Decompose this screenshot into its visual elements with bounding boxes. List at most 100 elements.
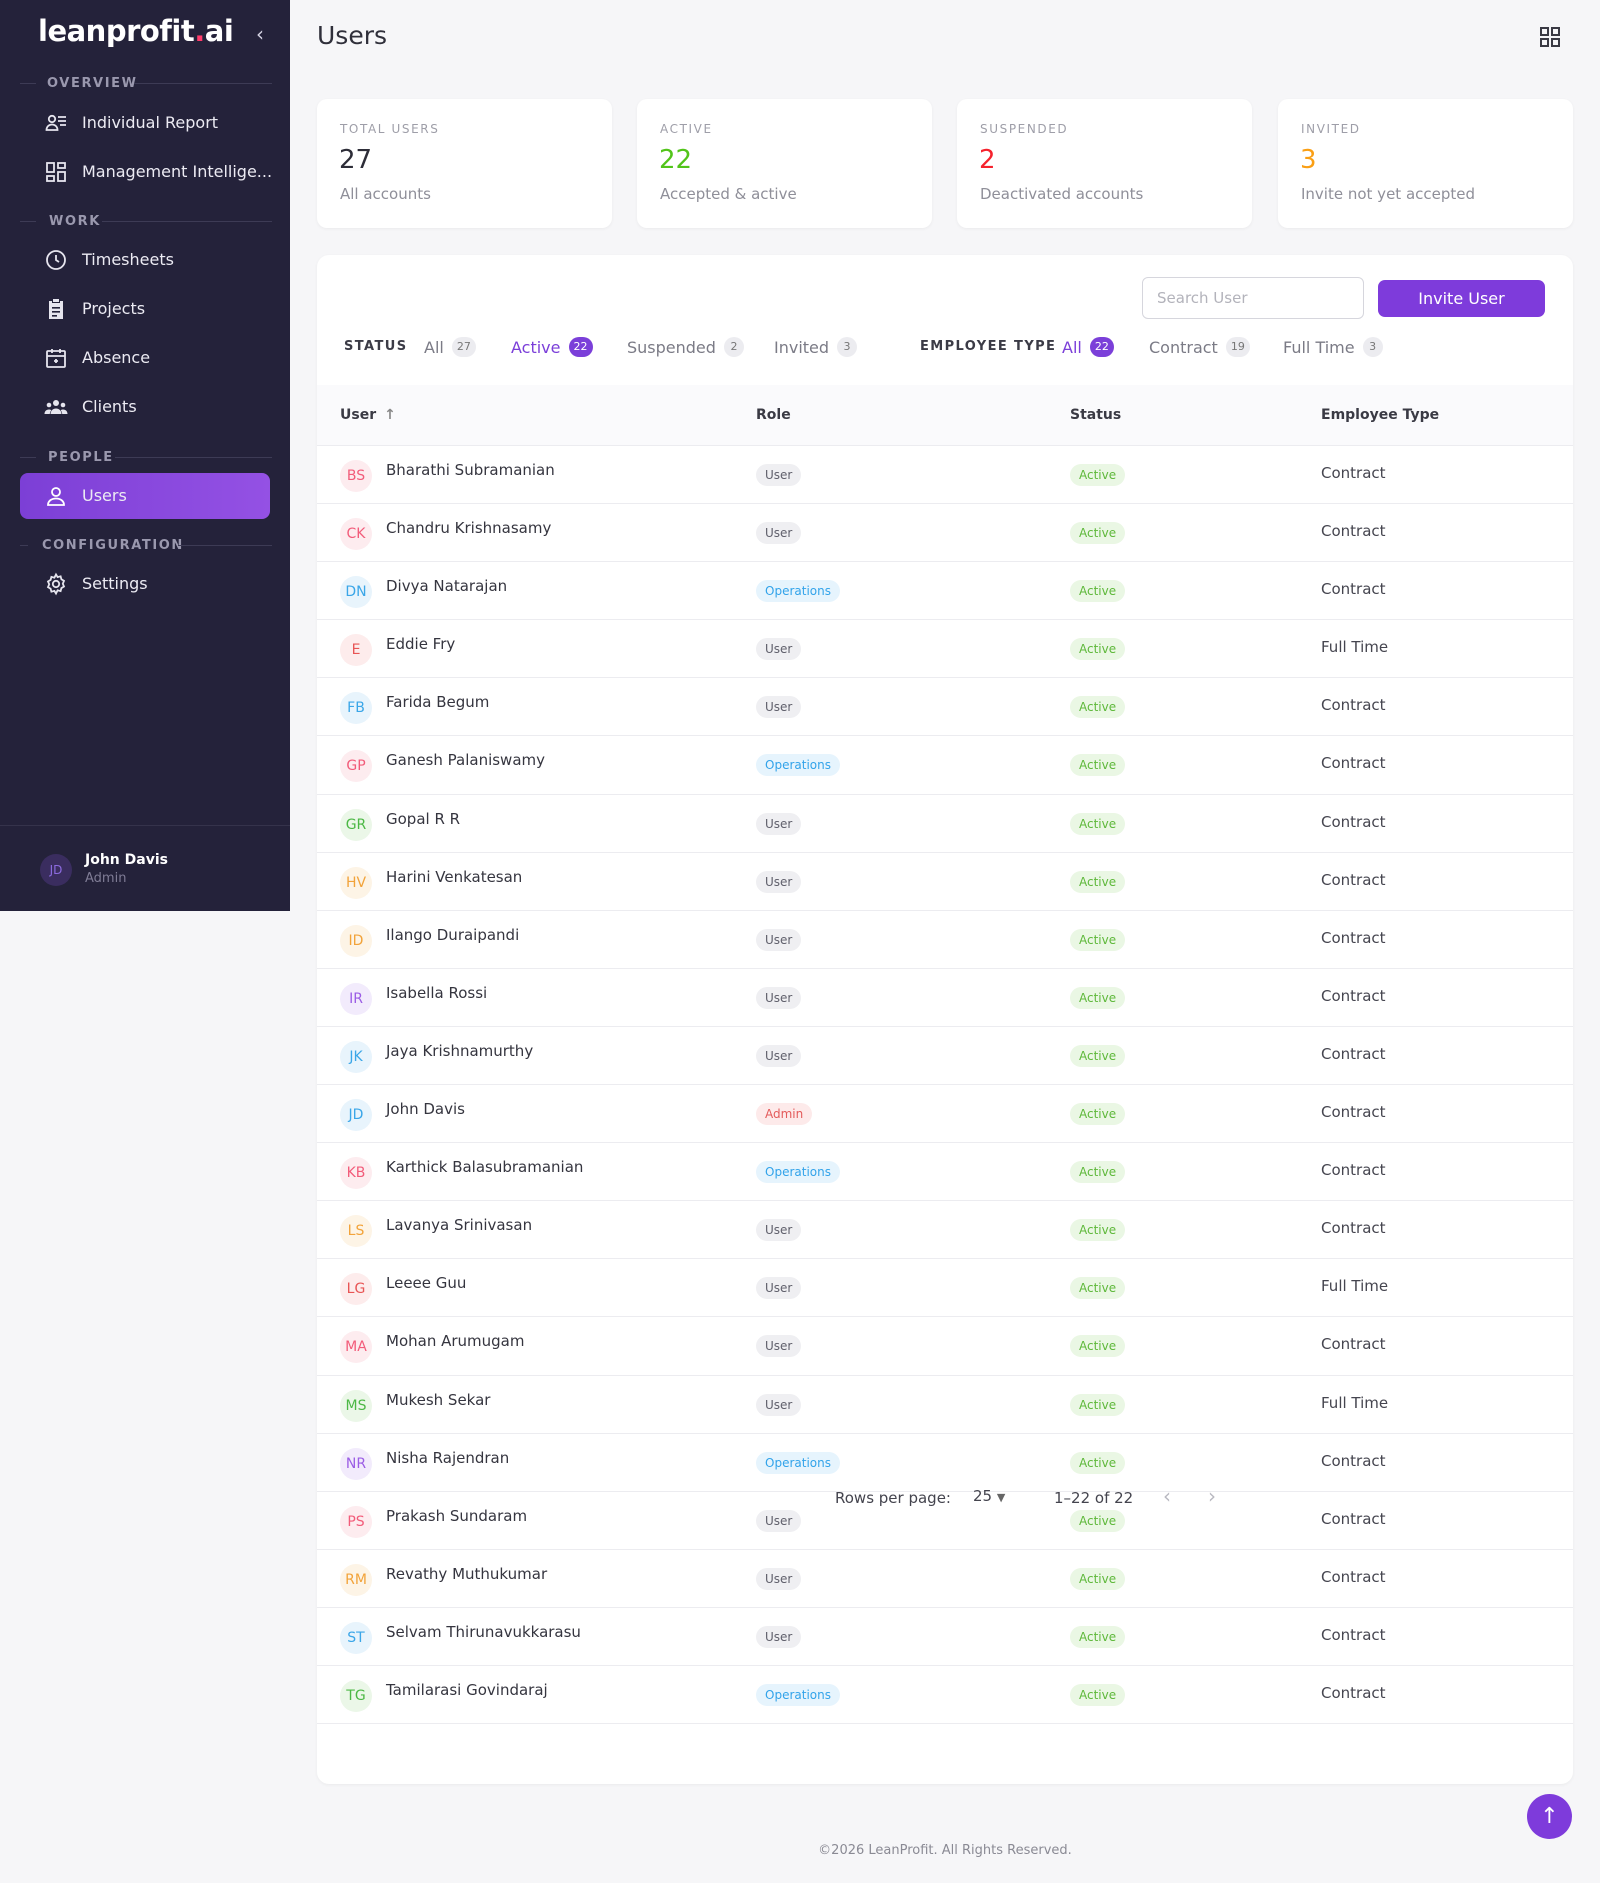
table-row[interactable]: TG Tamilarasi Govindaraj Operations Active C…	[317, 1666, 1573, 1725]
user-name[interactable]: Farida Begum	[386, 693, 489, 711]
user-name[interactable]: Revathy Muthukumar	[386, 1565, 547, 1583]
tab-type-contract[interactable]: Contract 19	[1149, 337, 1250, 357]
user-name[interactable]: Eddie Fry	[386, 635, 455, 653]
table-row[interactable]: MA Mohan Arumugam User Active Contract	[317, 1317, 1573, 1376]
sort-ascending-icon[interactable]: ↑	[384, 407, 396, 423]
role-badge: User	[756, 812, 802, 835]
table-row[interactable]: DN Divya Natarajan Operations Active Contrac…	[317, 562, 1573, 621]
table-row[interactable]: MS Mukesh Sekar User Active Full Time	[317, 1376, 1573, 1434]
table-row[interactable]: GP Ganesh Palaniswamy Operations Active Cont…	[317, 736, 1573, 795]
table-row[interactable]: E Eddie Fry User Active Full Time	[317, 620, 1573, 679]
user-name[interactable]: Harini Venkatesan	[386, 868, 522, 886]
column-status[interactable]: Status	[1070, 407, 1121, 423]
table-row[interactable]: LS Lavanya Srinivasan User Active Contract	[317, 1201, 1573, 1260]
previous-page-icon[interactable]: ‹	[1163, 1484, 1171, 1508]
table-row[interactable]: GR Gopal R R User Active Contract	[317, 795, 1573, 853]
table-row[interactable]: BS Bharathi Subramanian User Active Contract	[317, 446, 1573, 505]
stat-value: 22	[659, 145, 693, 175]
user-name[interactable]: Lavanya Srinivasan	[386, 1216, 532, 1234]
avatar: ST	[340, 1621, 372, 1654]
invite-user-button[interactable]: Invite User	[1378, 280, 1545, 317]
avatar: ID	[340, 924, 372, 957]
employee-type: Contract	[1321, 1683, 1386, 1702]
sidebar-item-individual-report[interactable]: Individual Report	[20, 100, 270, 146]
brand-logo[interactable]: leanprofit.ai	[38, 14, 234, 48]
sidebar-item-settings[interactable]: Settings	[20, 561, 270, 607]
avatar: LG	[340, 1273, 372, 1306]
collapse-sidebar-icon[interactable]: ‹	[248, 22, 272, 46]
user-name[interactable]: Ilango Duraipandi	[386, 926, 519, 944]
user-name[interactable]: Chandru Krishnasamy	[386, 519, 551, 537]
table-row[interactable]: LG Leeee Guu User Active Full Time	[317, 1259, 1573, 1318]
role-badge: User	[756, 638, 802, 661]
status-badge: Active	[1070, 1683, 1126, 1706]
user-name[interactable]: Bharathi Subramanian	[386, 461, 555, 479]
table-row[interactable]: RM Revathy Muthukumar User Active Contract	[317, 1550, 1573, 1608]
tab-status-active[interactable]: Active 22	[511, 337, 593, 357]
table-row[interactable]: ID Ilango Duraipandi User Active Contract	[317, 911, 1573, 969]
users-table-panel: Invite User STATUS All27 Active22 Suspen…	[317, 255, 1573, 1784]
sidebar-item-timesheets[interactable]: Timesheets	[20, 237, 270, 283]
user-name[interactable]: John Davis	[386, 1100, 465, 1118]
table-row[interactable]: JK Jaya Krishnamurthy User Active Contract	[317, 1027, 1573, 1086]
user-name[interactable]: Nisha Rajendran	[386, 1449, 509, 1467]
next-page-icon[interactable]: ›	[1208, 1484, 1216, 1508]
table-header: User ↑ Role Status Employee Type	[317, 385, 1573, 446]
sidebar-item-users[interactable]: Users	[20, 473, 270, 519]
user-name[interactable]: Mohan Arumugam	[386, 1332, 524, 1350]
user-name[interactable]: Selvam Thirunavukkarasu	[386, 1623, 581, 1641]
sidebar-item-projects[interactable]: Projects	[20, 286, 270, 332]
table-row[interactable]: IR Isabella Rossi User Active Contract	[317, 969, 1573, 1027]
user-name[interactable]: Ganesh Palaniswamy	[386, 751, 545, 769]
scroll-to-top-button[interactable]: ↑	[1527, 1794, 1572, 1839]
user-name[interactable]: Isabella Rossi	[386, 984, 487, 1002]
sidebar-item-management-intelligence[interactable]: Management Intellige...	[20, 149, 272, 195]
user-name[interactable]: Karthick Balasubramanian	[386, 1158, 583, 1176]
table-row[interactable]: KB Karthick Balasubramanian Operations Acti…	[317, 1143, 1573, 1202]
table-row[interactable]: ST Selvam Thirunavukkarasu User Active Contr…	[317, 1608, 1573, 1666]
role-badge: User	[756, 1335, 802, 1358]
current-user[interactable]: JD John Davis Admin	[0, 825, 290, 911]
column-employee-type[interactable]: Employee Type	[1321, 407, 1439, 423]
stat-card-active: ACTIVE 22 Accepted & active	[637, 99, 932, 228]
status-badge: Active	[1070, 1103, 1126, 1126]
avatar: E	[340, 634, 372, 667]
tab-status-suspended[interactable]: Suspended 2	[627, 337, 744, 357]
avatar: TG	[340, 1679, 372, 1712]
tab-type-full-time[interactable]: Full Time 3	[1283, 337, 1383, 357]
user-name[interactable]: Gopal R R	[386, 810, 460, 828]
tab-type-all[interactable]: All 22	[1062, 337, 1114, 357]
table-row[interactable]: CK Chandru Krishnasamy User Active Contract	[317, 504, 1573, 563]
sidebar-item-absence[interactable]: Absence	[20, 335, 270, 381]
status-badge: Active	[1070, 870, 1126, 893]
status-badge: Active	[1070, 638, 1126, 661]
user-icon	[47, 487, 65, 506]
user-name[interactable]: Leeee Guu	[386, 1274, 466, 1292]
avatar: NR	[340, 1447, 372, 1480]
user-name[interactable]: Mukesh Sekar	[386, 1391, 490, 1409]
group-icon	[44, 400, 68, 414]
status-badge: Active	[1070, 1161, 1126, 1184]
user-name[interactable]: Tamilarasi Govindaraj	[386, 1681, 548, 1699]
table-row[interactable]: NR Nisha Rajendran Operations Active Contrac…	[317, 1434, 1573, 1492]
role-badge: User	[756, 870, 802, 893]
sidebar-item-clients[interactable]: Clients	[20, 384, 270, 430]
employee-type: Contract	[1321, 1044, 1386, 1063]
grid-view-icon[interactable]	[1538, 25, 1562, 49]
search-input[interactable]	[1142, 277, 1364, 319]
column-user[interactable]: User ↑	[340, 407, 396, 423]
status-filter-label: STATUS	[344, 339, 408, 354]
table-row[interactable]: JD John Davis Admin Active Contract	[317, 1085, 1573, 1144]
table-row[interactable]: FB Farida Begum User Active Contract	[317, 678, 1573, 737]
column-role[interactable]: Role	[756, 407, 791, 423]
user-name[interactable]: Divya Natarajan	[386, 577, 507, 595]
rows-per-page-select[interactable]: 25 ▼	[973, 1487, 1005, 1505]
status-badge: Active	[1070, 1219, 1126, 1242]
table-row[interactable]: HV Harini Venkatesan User Active Contract	[317, 853, 1573, 911]
tab-status-all[interactable]: All 27	[424, 337, 476, 357]
stat-value: 3	[1300, 145, 1317, 175]
user-name[interactable]: Prakash Sundaram	[386, 1507, 527, 1525]
status-badge: Active	[1070, 1567, 1126, 1590]
user-name[interactable]: Jaya Krishnamurthy	[386, 1042, 533, 1060]
tab-status-invited[interactable]: Invited 3	[774, 337, 858, 357]
